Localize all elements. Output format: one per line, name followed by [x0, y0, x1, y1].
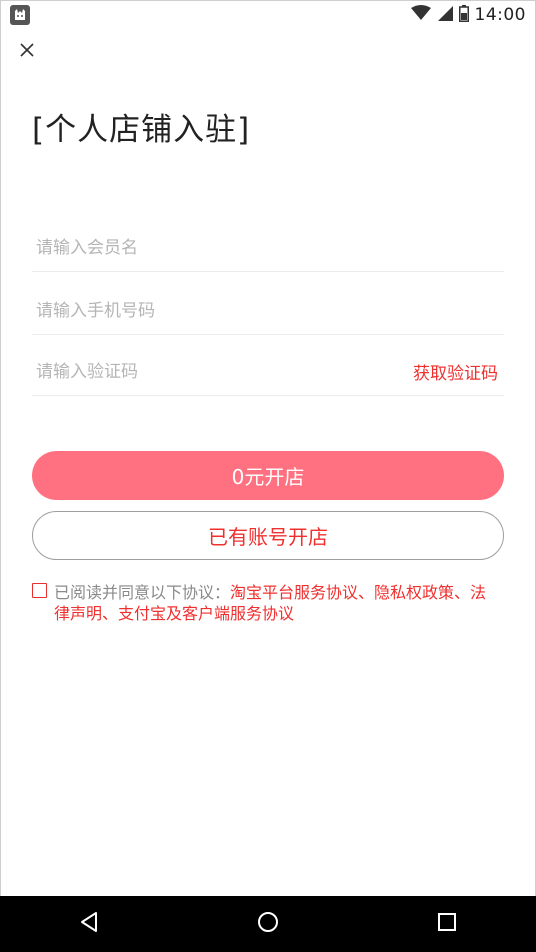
- signal-icon: [437, 5, 453, 25]
- agreement-checkbox[interactable]: [32, 583, 47, 598]
- member-name-input[interactable]: [32, 237, 376, 258]
- app-notification-icon: [10, 5, 30, 25]
- page-title: [个人店铺入驻]: [32, 112, 251, 148]
- phone-field: [32, 287, 504, 335]
- phone-input[interactable]: [32, 300, 376, 321]
- existing-account-open-store-button[interactable]: 已有账号开店: [32, 511, 504, 560]
- close-icon: [20, 42, 34, 61]
- get-code-button[interactable]: 获取验证码: [413, 359, 504, 384]
- recents-icon: [437, 913, 456, 935]
- status-time: 14:00: [474, 5, 526, 25]
- close-button[interactable]: [14, 38, 40, 64]
- verification-code-field: 获取验证码: [32, 348, 504, 396]
- member-name-field: [32, 224, 504, 272]
- nav-back-button[interactable]: [59, 896, 119, 952]
- agreement-prefix: 已阅读并同意以下协议：: [54, 583, 231, 602]
- back-icon: [79, 911, 99, 937]
- agreement-section: 已阅读并同意以下协议：淘宝平台服务协议、隐私权政策、法律声明、支付宝及客户端服务…: [32, 582, 492, 624]
- wifi-icon: [410, 5, 431, 25]
- verification-code-input[interactable]: [32, 361, 376, 382]
- status-bar: 14:00: [0, 0, 536, 30]
- nav-recents-button[interactable]: [417, 896, 477, 952]
- home-icon: [257, 911, 279, 937]
- agreement-text: 已阅读并同意以下协议：淘宝平台服务协议、隐私权政策、法律声明、支付宝及客户端服务…: [32, 582, 492, 624]
- open-store-free-button[interactable]: 0元开店: [32, 451, 504, 500]
- system-nav-bar: [0, 896, 536, 952]
- nav-home-button[interactable]: [238, 896, 298, 952]
- battery-icon: [458, 4, 469, 26]
- status-icons: 14:00: [410, 4, 527, 26]
